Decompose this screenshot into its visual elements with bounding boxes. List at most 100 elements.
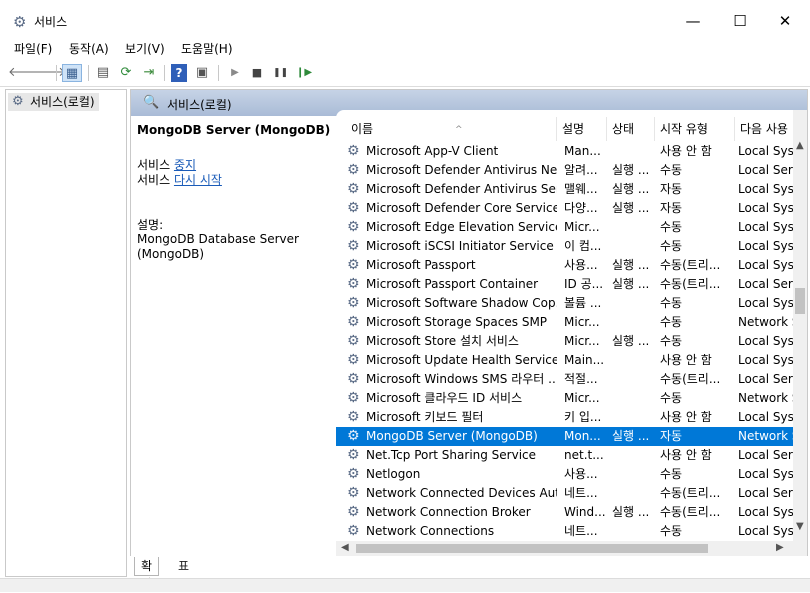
properties-icon[interactable]: ▤	[94, 64, 112, 82]
column-header-startup-type[interactable]: 시작 유형	[655, 117, 735, 141]
service-startup-type: 수동(트리...	[660, 505, 721, 519]
service-gear-icon: ⚙	[347, 333, 360, 349]
service-gear-icon: ⚙	[347, 162, 360, 178]
tab-extended[interactable]: 확장	[134, 557, 160, 591]
service-startup-type: 사용 안 함	[660, 448, 712, 462]
service-name: Microsoft 클라우드 ID 서비스	[366, 391, 523, 405]
menu-action[interactable]: 동작(A)	[69, 40, 109, 57]
tab-standard[interactable]: 표준	[172, 557, 195, 591]
service-row[interactable]: ⚙ Microsoft iSCSI Initiator Service 이 컴...…	[336, 237, 798, 256]
service-row[interactable]: ⚙ Microsoft Store 설치 서비스 Micr... 실행 ... 수동 Lo…	[336, 332, 798, 351]
service-row[interactable]: ⚙ Microsoft Defender Antivirus Net... 알려..…	[336, 161, 798, 180]
column-header-description[interactable]: 설명	[557, 117, 607, 141]
forward-arrow-icon[interactable]: 🡒	[31, 64, 66, 82]
scroll-down-arrow-icon[interactable]: ▼	[796, 521, 804, 532]
service-logon-as: Network S	[738, 391, 798, 405]
service-logon-as: Local Syst	[738, 258, 798, 272]
service-startup-type: 수동	[660, 239, 683, 253]
service-row[interactable]: ⚙ Microsoft Defender Core Service 다양... 실행 …	[336, 199, 798, 218]
service-row[interactable]: ⚙ Microsoft 키보드 필터 키 입... 사용 안 함 Local Syst	[336, 408, 798, 427]
service-gear-icon: ⚙	[347, 428, 360, 444]
service-row[interactable]: ⚙ Microsoft App-V Client Man... 사용 안 함 Local…	[336, 142, 798, 161]
service-name: Microsoft Defender Antivirus Net...	[366, 163, 557, 177]
column-header-status[interactable]: 상태	[607, 117, 655, 141]
service-row[interactable]: ⚙ Net.Tcp Port Sharing Service net.t... 사용 …	[336, 446, 798, 465]
scroll-left-arrow-icon[interactable]: ◀	[341, 542, 349, 553]
horizontal-scroll-thumb[interactable]	[356, 544, 708, 553]
maximize-button[interactable]: ☐	[723, 8, 757, 34]
service-row[interactable]: ⚙ Microsoft Passport Container ID 공... 실행 .…	[336, 275, 798, 294]
service-description: 키 입...	[564, 410, 602, 424]
scroll-up-arrow-icon[interactable]: ▲	[796, 140, 804, 151]
service-status: 실행 ...	[612, 258, 650, 272]
column-header-name[interactable]: 이름 ^	[346, 117, 557, 141]
resume-service-icon[interactable]: ❙▶	[296, 64, 312, 82]
service-gear-icon: ⚙	[347, 257, 360, 273]
service-name: Microsoft Update Health Service	[366, 353, 557, 367]
minimize-button[interactable]: —	[676, 8, 710, 34]
service-status: 실행 ...	[612, 334, 650, 348]
service-row[interactable]: ⚙ Microsoft Storage Spaces SMP Micr... 수동 Ne…	[336, 313, 798, 332]
description-pane: MongoDB Server (MongoDB) 서비스 중지 서비스 다시 시…	[131, 116, 336, 556]
description-label: 설명:	[137, 218, 164, 232]
menu-view[interactable]: 보기(V)	[125, 40, 165, 57]
close-button[interactable]: ✕	[768, 8, 802, 34]
refresh-icon[interactable]: ⟳	[117, 64, 135, 82]
service-row[interactable]: ⚙ Network Connected Devices Aut... 네트... 수동…	[336, 484, 798, 503]
window-title: 서비스	[34, 15, 68, 29]
service-row[interactable]: ⚙ Microsoft 클라우드 ID 서비스 Micr... 수동 Network S	[336, 389, 798, 408]
service-logon-as: Local Syst	[738, 334, 798, 348]
stop-service-link[interactable]: 중지	[174, 158, 196, 172]
service-status: 실행 ...	[612, 201, 650, 215]
search-icon: 🔍	[143, 95, 160, 110]
help-icon[interactable]: ?	[171, 64, 187, 82]
export-list-icon[interactable]: ⇥	[140, 64, 158, 82]
service-gear-icon: ⚙	[347, 276, 360, 292]
column-name-label: 이름	[351, 122, 374, 136]
service-description: 다양...	[564, 201, 598, 215]
menu-help[interactable]: 도움말(H)	[181, 40, 233, 57]
scroll-right-arrow-icon[interactable]: ▶	[776, 542, 784, 553]
service-row[interactable]: ⚙ Network Connection Broker Wind... 실행 ... 수…	[336, 503, 798, 522]
back-arrow-icon[interactable]: 🡐	[8, 64, 43, 82]
service-row[interactable]: ⚙ Microsoft Passport 사용... 실행 ... 수동(트리... Lo…	[336, 256, 798, 275]
service-startup-type: 사용 안 함	[660, 353, 712, 367]
service-name: Microsoft Defender Core Service	[366, 201, 557, 215]
service-startup-type: 사용 안 함	[660, 410, 712, 424]
service-row[interactable]: ⚙ Microsoft Defender Antivirus Ser... 맬웨..…	[336, 180, 798, 199]
service-description: Main...	[564, 353, 605, 367]
service-description: Micr...	[564, 334, 600, 348]
tree-node-services-local[interactable]: ⚙ 서비스(로컬)	[8, 93, 99, 111]
service-startup-type: 수동	[660, 467, 683, 481]
service-row[interactable]: ⚙ Netlogon 사용... 수동 Local Syst	[336, 465, 798, 484]
console-icon[interactable]: ▣	[193, 64, 211, 82]
vertical-scroll-thumb[interactable]	[795, 288, 805, 314]
service-name: Network Connections	[366, 524, 495, 538]
start-service-icon[interactable]: ▶	[228, 64, 242, 82]
service-startup-type: 수동	[660, 220, 683, 234]
service-row[interactable]: ⚙ Microsoft Software Shadow Cop... 볼륨 ... 수…	[336, 294, 798, 313]
pause-service-icon[interactable]: ❚❚	[273, 64, 288, 82]
service-row[interactable]: ⚙ Microsoft Edge Elevation Service ... Mic…	[336, 218, 798, 237]
service-startup-type: 수동(트리...	[660, 372, 721, 386]
service-row[interactable]: ⚙ Microsoft Windows SMS 라우터 ... 적절... 수동(트리…	[336, 370, 798, 389]
service-description: Micr...	[564, 315, 600, 329]
stop-service-icon[interactable]: ■	[250, 64, 264, 82]
service-gear-icon: ⚙	[347, 295, 360, 311]
service-row[interactable]: ⚙ MongoDB Server (MongoDB) Mon... 실행 ... 자동 N…	[336, 427, 798, 446]
service-logon-as: Local Syst	[738, 182, 798, 196]
show-tree-icon[interactable]: ▦	[62, 64, 82, 82]
service-gear-icon: ⚙	[347, 523, 360, 539]
horizontal-scrollbar[interactable]: ◀ ▶	[336, 541, 793, 556]
service-name: Net.Tcp Port Sharing Service	[366, 448, 537, 462]
column-header-logon-as[interactable]: 다음 사용	[735, 117, 793, 141]
services-gear-icon: ⚙	[12, 94, 24, 109]
vertical-scrollbar[interactable]: ▲ ▼	[793, 110, 807, 556]
service-gear-icon: ⚙	[347, 181, 360, 197]
restart-service-link[interactable]: 다시 시작	[174, 173, 222, 187]
stop-action-prefix: 서비스	[137, 158, 174, 172]
service-name: Microsoft Passport	[366, 258, 476, 272]
service-row[interactable]: ⚙ Network Connections 네트... 수동 Local Syst	[336, 522, 798, 541]
menu-file[interactable]: 파일(F)	[14, 40, 52, 57]
service-row[interactable]: ⚙ Microsoft Update Health Service Main... 사…	[336, 351, 798, 370]
